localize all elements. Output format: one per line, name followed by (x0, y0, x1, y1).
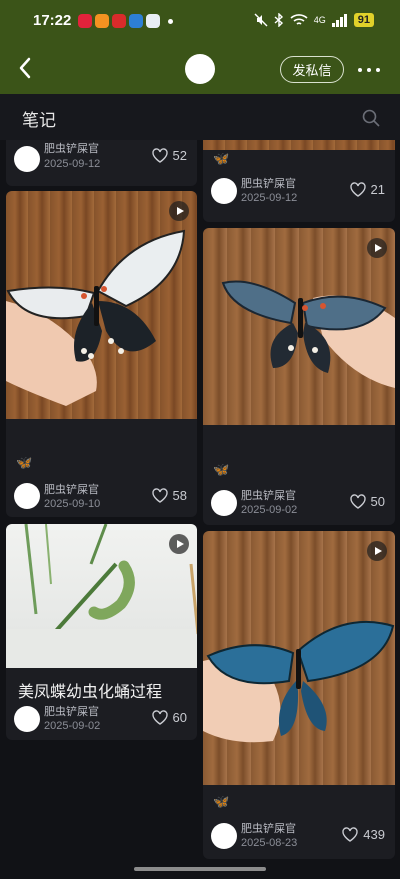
like-button[interactable]: 58 (151, 488, 187, 503)
send-message-button[interactable]: 发私信 (280, 56, 344, 83)
heart-icon (151, 148, 168, 163)
author-name[interactable]: 肥虫铲屎官 (44, 481, 99, 497)
like-count: 52 (172, 148, 187, 163)
mute-icon (254, 13, 268, 27)
note-card[interactable]: 🦋 肥虫铲屎官 2025-09-12 21 (203, 140, 395, 222)
status-time: 17:22 (33, 12, 72, 29)
like-button[interactable]: 439 (342, 827, 385, 842)
weibo-icon (78, 14, 92, 28)
section-title: 笔记 (22, 111, 56, 131)
butterfly-emoji-icon: 🦋 (213, 463, 230, 478)
butterfly-photo (203, 620, 395, 743)
browser-icon (146, 14, 160, 28)
wifi-icon (290, 14, 308, 25)
notes-section-header: 笔记 (0, 94, 400, 140)
author-avatar[interactable] (211, 823, 237, 849)
like-count: 58 (172, 488, 187, 503)
bluetooth-icon (274, 13, 283, 27)
note-cover-image[interactable] (203, 531, 395, 785)
author-name[interactable]: 肥虫铲屎官 (241, 175, 296, 191)
author-name[interactable]: 肥虫铲屎官 (241, 487, 296, 503)
news-icon (112, 14, 126, 28)
signal-icon (331, 13, 347, 27)
profile-nav-bar: 发私信 (0, 44, 400, 94)
butterfly-photo (221, 280, 395, 388)
note-cover-image[interactable] (203, 228, 395, 425)
post-date: 2025-09-12 (241, 192, 298, 204)
butterfly-emoji-icon: 🦋 (213, 795, 230, 810)
like-button[interactable]: 50 (349, 494, 385, 509)
post-date: 2025-08-23 (241, 837, 298, 849)
heart-icon (151, 488, 168, 503)
battery-indicator: 91 (353, 13, 374, 27)
author-avatar[interactable] (14, 146, 40, 172)
butterfly-photo (6, 229, 186, 406)
more-notifications-dot (168, 18, 173, 24)
author-name[interactable]: 肥虫铲屎官 (241, 820, 296, 836)
author-avatar[interactable] (14, 706, 40, 732)
note-card[interactable]: 美凤蝶幼虫化蛹过程 肥虫铲屎官 2025-09-02 60 (6, 524, 197, 740)
video-play-icon (367, 541, 387, 561)
post-date: 2025-09-12 (44, 158, 101, 170)
like-button[interactable]: 60 (151, 710, 187, 725)
heart-icon (349, 494, 366, 509)
butterfly-emoji-icon: 🦋 (16, 456, 33, 471)
home-indicator[interactable] (134, 867, 266, 871)
note-title[interactable]: 美凤蝶幼虫化蛹过程 (18, 678, 162, 702)
notification-icons (78, 14, 173, 28)
video-play-icon (367, 238, 387, 258)
author-avatar[interactable] (14, 483, 40, 509)
note-card[interactable]: 🦋 肥虫铲屎官 2025-09-10 58 (6, 191, 197, 517)
like-button[interactable]: 52 (151, 148, 187, 163)
status-right: 4G 91 (254, 13, 374, 27)
post-date: 2025-09-10 (44, 498, 101, 510)
author-name[interactable]: 肥虫铲屎官 (44, 140, 99, 156)
post-date: 2025-09-02 (44, 720, 101, 732)
back-arrow-icon[interactable] (16, 56, 36, 80)
like-count: 50 (370, 494, 385, 509)
video-play-icon (169, 201, 189, 221)
post-date: 2025-09-02 (241, 504, 298, 516)
network-label: 4G (313, 15, 326, 25)
system-nav-bar (0, 861, 400, 879)
like-count: 439 (363, 827, 385, 842)
author-avatar[interactable] (211, 178, 237, 204)
heart-icon (342, 827, 358, 842)
note-card[interactable]: 🦋 肥虫铲屎官 2025-08-23 439 (203, 531, 395, 859)
note-cover-image[interactable] (6, 191, 197, 419)
profile-avatar[interactable] (185, 54, 215, 84)
like-count: 60 (172, 710, 187, 725)
like-count: 21 (370, 182, 385, 197)
author-avatar[interactable] (211, 490, 237, 516)
note-cover-image[interactable] (6, 524, 197, 668)
note-card[interactable]: 🦋 肥虫铲屎官 2025-09-02 50 (203, 228, 395, 525)
status-bar: 17:22 4G 91 (0, 0, 400, 44)
search-icon[interactable] (362, 109, 380, 127)
like-button[interactable]: 21 (349, 182, 385, 197)
video-play-icon (169, 534, 189, 554)
heart-icon (349, 182, 366, 197)
notes-feed[interactable]: 肥虫铲屎官 2025-09-12 52 🦋 肥虫铲屎官 2025-09-12 2… (0, 140, 400, 861)
butterfly-emoji-icon: 🦋 (213, 152, 230, 167)
more-options-icon[interactable] (358, 68, 380, 72)
note-cover-image[interactable] (203, 140, 395, 150)
map-icon (129, 14, 143, 28)
author-name[interactable]: 肥虫铲屎官 (44, 703, 99, 719)
note-card[interactable]: 肥虫铲屎官 2025-09-12 52 (6, 140, 197, 186)
heart-icon (151, 710, 168, 725)
taobao-icon (95, 14, 109, 28)
